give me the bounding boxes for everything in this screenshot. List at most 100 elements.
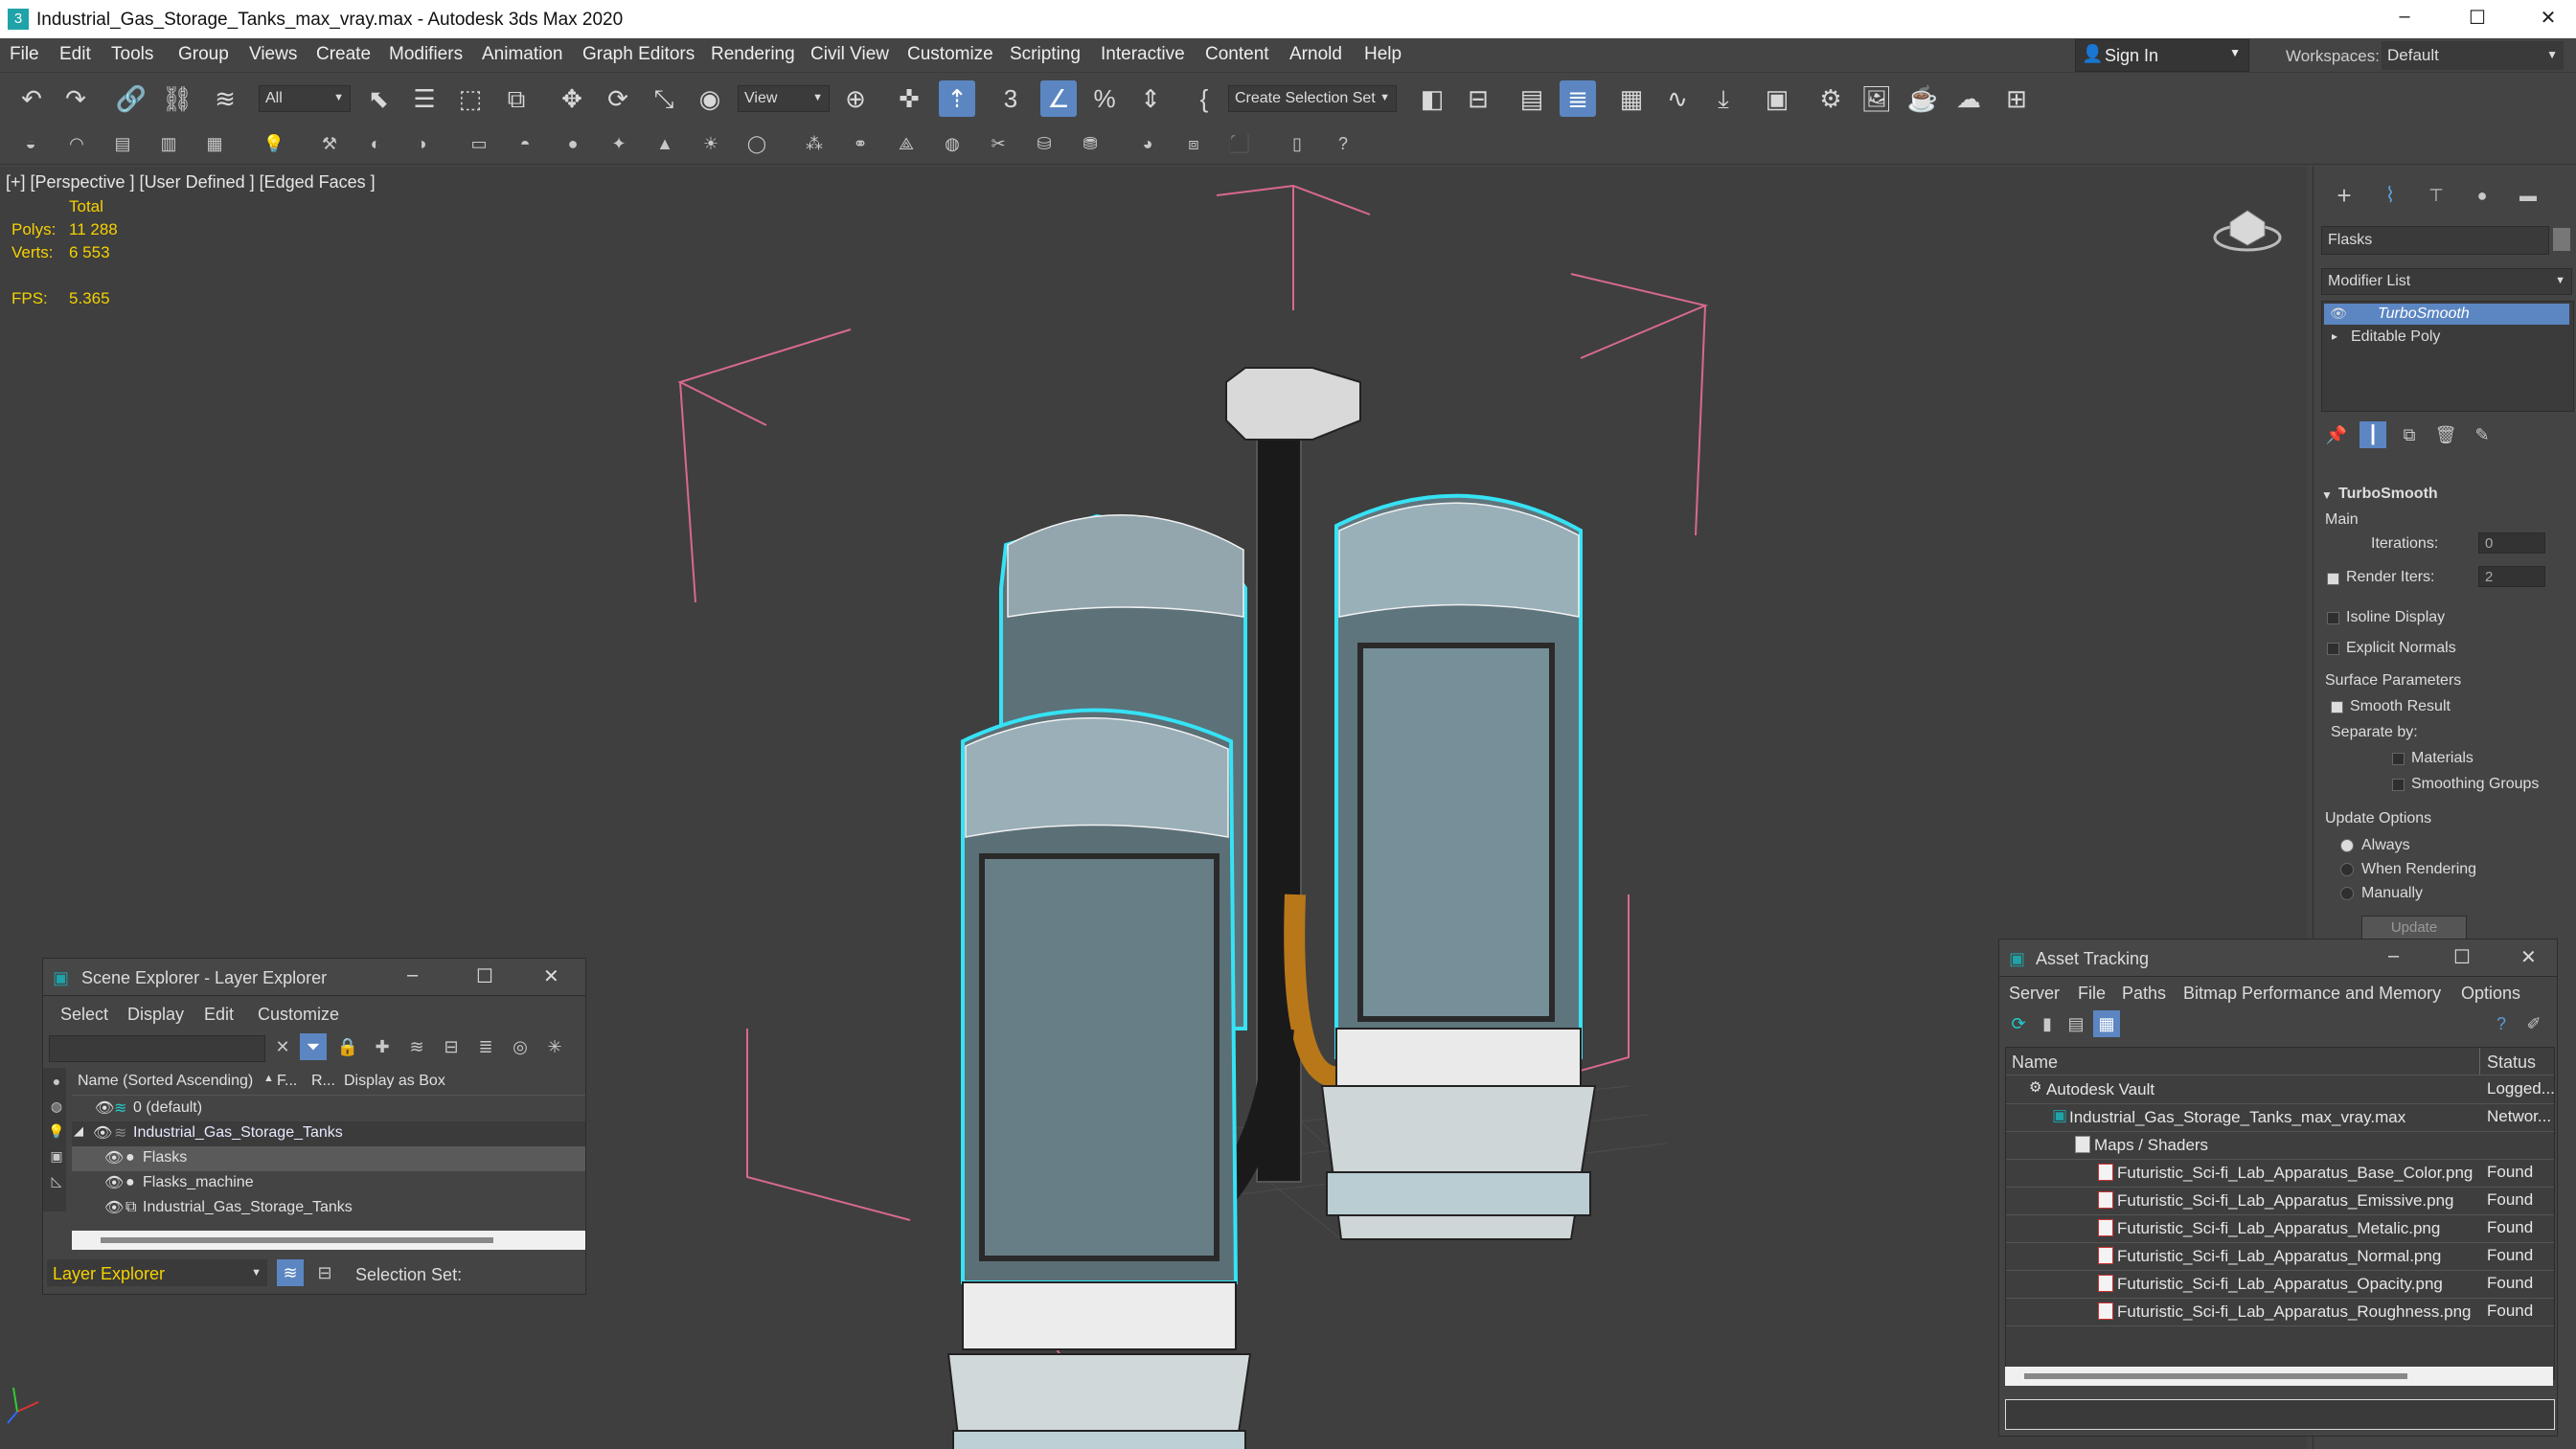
se-horizontal-scrollbar[interactable]: [72, 1231, 585, 1250]
at-row-map[interactable]: Futuristic_Sci-fi_Lab_Apparatus_Metalic.…: [2006, 1214, 2554, 1243]
minimize-icon[interactable]: –: [407, 964, 418, 986]
refresh-icon[interactable]: ⟳: [2005, 1010, 2032, 1037]
vray-light-lister-icon[interactable]: 💡: [261, 130, 287, 157]
se-row-flasks-machine[interactable]: 👁 ● Flasks_machine: [72, 1171, 585, 1196]
toggle-layer-explorer-icon[interactable]: ≣: [1560, 80, 1596, 117]
se-search-input[interactable]: [49, 1035, 265, 1062]
display-geometry-icon[interactable]: ◍: [43, 1093, 70, 1120]
menu-help[interactable]: Help: [1364, 44, 1402, 65]
filter-icon[interactable]: ⏷: [300, 1033, 327, 1060]
scrollbar-thumb[interactable]: [101, 1237, 493, 1243]
scrollbar-thumb[interactable]: [2024, 1373, 2407, 1379]
select-all-icon[interactable]: ●: [43, 1068, 70, 1095]
vray-fur-icon[interactable]: ⁂: [801, 130, 828, 157]
at-menu-options[interactable]: Options: [2461, 984, 2520, 1004]
menu-arnold[interactable]: Arnold: [1289, 44, 1342, 65]
vray-dome-camera-icon[interactable]: ◑: [408, 130, 435, 157]
undo-icon[interactable]: ↶: [13, 80, 50, 117]
vray-physical-camera-icon[interactable]: ◐: [362, 130, 389, 157]
clear-search-icon[interactable]: ✕: [269, 1033, 296, 1060]
curve-editor-icon[interactable]: ∿: [1659, 80, 1696, 117]
named-selection-set-dropdown[interactable]: Create Selection Set ▼: [1228, 85, 1397, 112]
vray-object-properties-icon[interactable]: ⬛: [1226, 130, 1253, 157]
vray-plane-light-icon[interactable]: ▭: [466, 130, 492, 157]
motion-tab-icon[interactable]: ●: [2469, 182, 2496, 209]
display-helpers-icon[interactable]: ◺: [43, 1167, 70, 1194]
rendered-frame-window-icon[interactable]: 🖼: [1858, 80, 1895, 117]
maximize-button[interactable]: ☐: [2449, 6, 2506, 33]
se-freeze-column-header[interactable]: F...: [277, 1073, 297, 1090]
hierarchy-tab-icon[interactable]: ⊤: [2423, 182, 2450, 209]
rotate-icon[interactable]: ⟳: [600, 80, 636, 117]
asset-tracking-titlebar[interactable]: ▣ Asset Tracking – ☐ ✕: [1999, 940, 2557, 977]
menu-customize[interactable]: Customize: [907, 44, 993, 65]
se-name-column-header[interactable]: Name (Sorted Ascending): [78, 1073, 253, 1090]
at-row-map[interactable]: Futuristic_Sci-fi_Lab_Apparatus_Normal.p…: [2006, 1242, 2554, 1271]
vray-frame-buffer-icon[interactable]: ◒: [17, 130, 44, 157]
pin-stack-icon[interactable]: 📌: [2323, 421, 2350, 448]
smooth-result-checkbox[interactable]: [2331, 701, 2343, 713]
object-name-field[interactable]: Flasks: [2321, 226, 2549, 255]
scene-explorer-titlebar[interactable]: ▣ Scene Explorer - Layer Explorer – ☐ ✕: [43, 959, 585, 996]
smoothing-groups-checkbox[interactable]: [2392, 779, 2405, 791]
vray-bake-icon[interactable]: ⚒: [316, 130, 343, 157]
select-manipulate-icon[interactable]: ✜: [891, 80, 927, 117]
place-icon[interactable]: ◉: [692, 80, 728, 117]
menu-create[interactable]: Create: [316, 44, 371, 65]
remove-modifier-icon[interactable]: 🗑: [2432, 421, 2459, 448]
menu-scripting[interactable]: Scripting: [1010, 44, 1081, 65]
se-row-flasks[interactable]: 👁 ● Flasks: [72, 1146, 585, 1171]
update-button[interactable]: Update: [2361, 916, 2467, 940]
viewcube-icon[interactable]: [2213, 199, 2282, 253]
column-divider[interactable]: [2479, 1048, 2480, 1075]
render-iters-checkbox[interactable]: [2327, 573, 2339, 585]
keyboard-shortcut-override-icon[interactable]: ⇡: [939, 80, 975, 117]
eye-icon[interactable]: 👁: [95, 1098, 114, 1118]
move-icon[interactable]: ✥: [554, 80, 590, 117]
render-viewport-grid-icon[interactable]: ⊞: [1998, 80, 2035, 117]
menu-interactive[interactable]: Interactive: [1101, 44, 1185, 65]
spinner-snap-icon[interactable]: ⇕: [1132, 80, 1169, 117]
link-icon[interactable]: 🔗: [113, 80, 149, 117]
table-view-icon[interactable]: ▤: [2063, 1010, 2089, 1037]
display-cameras-icon[interactable]: ▣: [43, 1143, 70, 1169]
at-menu-paths[interactable]: Paths: [2122, 984, 2166, 1004]
menu-tools[interactable]: Tools: [111, 44, 153, 65]
vray-scene-converter-icon[interactable]: ▦: [201, 130, 228, 157]
rollout-collapse-icon[interactable]: ▼: [2321, 488, 2333, 502]
menu-graph-editors[interactable]: Graph Editors: [582, 44, 695, 65]
pin-icon[interactable]: ✐: [2520, 1010, 2547, 1037]
help-icon[interactable]: ?: [1330, 130, 1356, 157]
vray-sphere-light-icon[interactable]: ●: [559, 130, 586, 157]
vray-rt-icon[interactable]: ◠: [63, 130, 90, 157]
explorer-type-dropdown[interactable]: Layer Explorer ▼: [47, 1259, 267, 1286]
freeze-layers-icon[interactable]: ✳: [541, 1033, 568, 1060]
create-tab-icon[interactable]: +: [2331, 182, 2358, 209]
vray-enmesh-icon[interactable]: ⛃: [1077, 130, 1104, 157]
vray-dome-light-icon[interactable]: ◓: [512, 130, 538, 157]
explicit-normals-checkbox[interactable]: [2327, 643, 2339, 655]
at-row-maps-folder[interactable]: Maps / Shaders: [2006, 1131, 2554, 1160]
tree-view-icon[interactable]: ▦: [2093, 1010, 2120, 1037]
vray-mesh-light-icon[interactable]: ✦: [605, 130, 632, 157]
isoline-display-checkbox[interactable]: [2327, 612, 2339, 624]
rectangular-selection-icon[interactable]: ⬚: [452, 80, 489, 117]
at-row-vault[interactable]: ⚙ Autodesk Vault Logged...: [2006, 1075, 2555, 1104]
show-end-result-icon[interactable]: ┃: [2359, 421, 2386, 448]
unlink-icon[interactable]: ⛓: [159, 80, 195, 117]
menu-content[interactable]: Content: [1205, 44, 1269, 65]
maximize-icon[interactable]: ☐: [476, 964, 493, 988]
render-setup-icon[interactable]: ⚙: [1812, 80, 1849, 117]
vray-mesh-export-icon[interactable]: ▤: [109, 130, 136, 157]
toggle-scene-explorer-icon[interactable]: ▤: [1514, 80, 1550, 117]
eye-icon[interactable]: 👁: [2330, 306, 2347, 322]
select-object-icon[interactable]: ⬉: [360, 80, 397, 117]
maximize-icon[interactable]: ☐: [2453, 945, 2471, 969]
selection-set-mode-icon[interactable]: ⊟: [311, 1259, 338, 1286]
at-row-map[interactable]: Futuristic_Sci-fi_Lab_Apparatus_Emissive…: [2006, 1187, 2554, 1215]
at-path-field[interactable]: [2005, 1399, 2555, 1430]
percent-snap-icon[interactable]: %: [1086, 80, 1123, 117]
display-tab-icon[interactable]: ▬: [2515, 182, 2542, 209]
vray-clipper-icon[interactable]: ✂: [985, 130, 1012, 157]
at-menu-file[interactable]: File: [2078, 984, 2106, 1004]
